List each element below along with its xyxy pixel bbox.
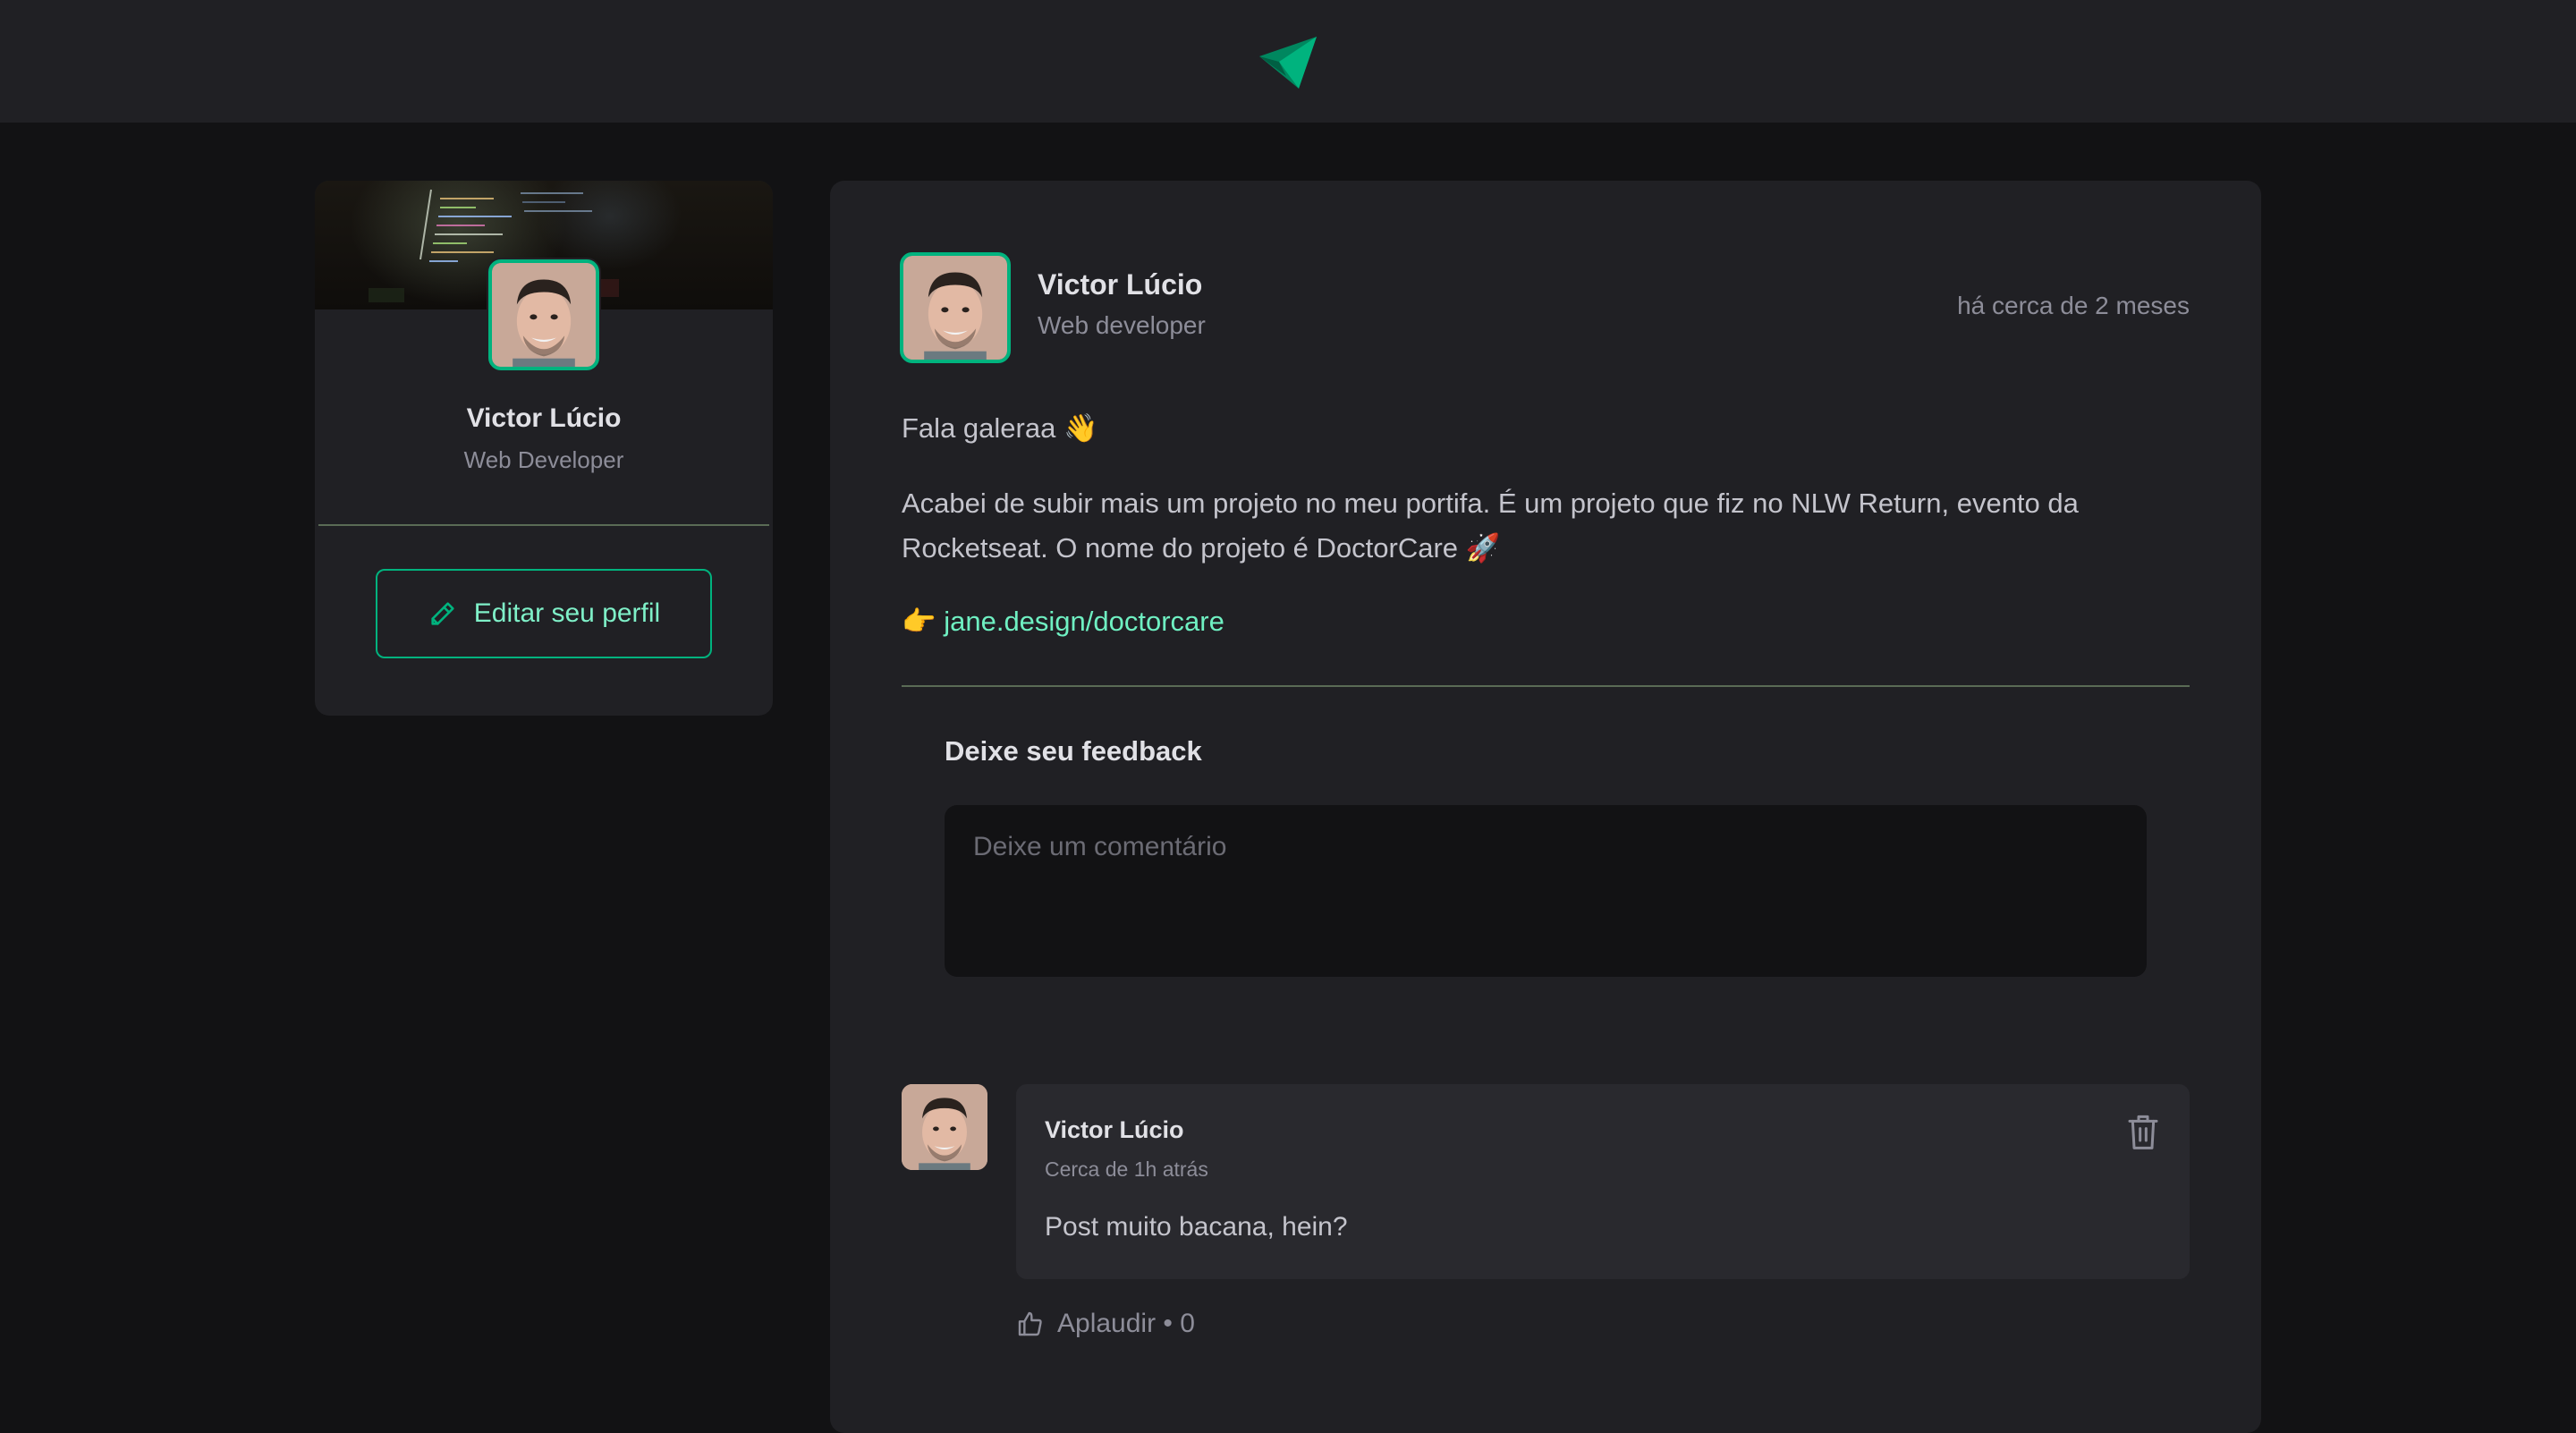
sidebar-avatar[interactable] [487,258,601,372]
user-photo [902,1084,987,1170]
user-photo [903,256,1007,360]
profile-name: Victor Lúcio [466,403,622,433]
trash-icon [2128,1115,2158,1149]
comment-card: Victor Lúcio Cerca de 1h atrás Post muit… [1016,1084,2190,1279]
post-content: Fala galeraa 👋 Acabei de subir mais um p… [902,406,2190,673]
user-photo [492,263,596,367]
applaud-label: Aplaudir • 0 [1057,1309,1195,1338]
comment-text: Post muito bacana, hein? [1045,1212,1348,1242]
post-timestamp: há cerca de 2 meses [1957,292,2190,319]
post-author-name: Victor Lúcio [1038,268,1203,301]
pointing-hand-emoji: 👉 [902,606,945,637]
edit-profile-button[interactable]: Editar seu perfil [376,569,712,658]
top-header [0,0,2576,123]
delete-comment-button[interactable] [2123,1111,2163,1152]
feedback-title: Deixe seu feedback [945,735,1202,767]
applaud-button[interactable]: Aplaudir • 0 [1016,1306,1195,1342]
divider [318,524,769,526]
post-paragraph: Acabei de subir mais um projeto no meu p… [902,488,2079,564]
divider [902,685,2190,687]
pencil-icon [431,602,454,625]
edit-profile-label: Editar seu perfil [473,598,661,628]
post-greeting: Fala galeraa 👋 [902,412,1098,444]
post-card: Victor Lúcio Web developer há cerca de 2… [830,181,2261,1433]
paper-plane-logo-icon[interactable] [1259,35,1317,89]
project-link[interactable]: jane.design/doctorcare [944,606,1224,637]
post-author-avatar[interactable] [898,250,1013,365]
comment-author-avatar[interactable] [902,1084,987,1170]
post-link-line: 👉 jane.design/doctorcare [902,599,2190,644]
comment-input[interactable] [945,805,2147,977]
comment-author-name: Victor Lúcio [1045,1116,1184,1143]
comment-timestamp: Cerca de 1h atrás [1045,1157,1208,1181]
profile-role: Web Developer [463,446,624,473]
profile-sidebar: Victor Lúcio Web Developer Editar seu pe… [315,181,773,716]
project-link-text: jane.design/doctorcare [944,606,1224,637]
post-author-role: Web developer [1038,311,1206,339]
thumbs-up-icon [1018,1311,1042,1336]
